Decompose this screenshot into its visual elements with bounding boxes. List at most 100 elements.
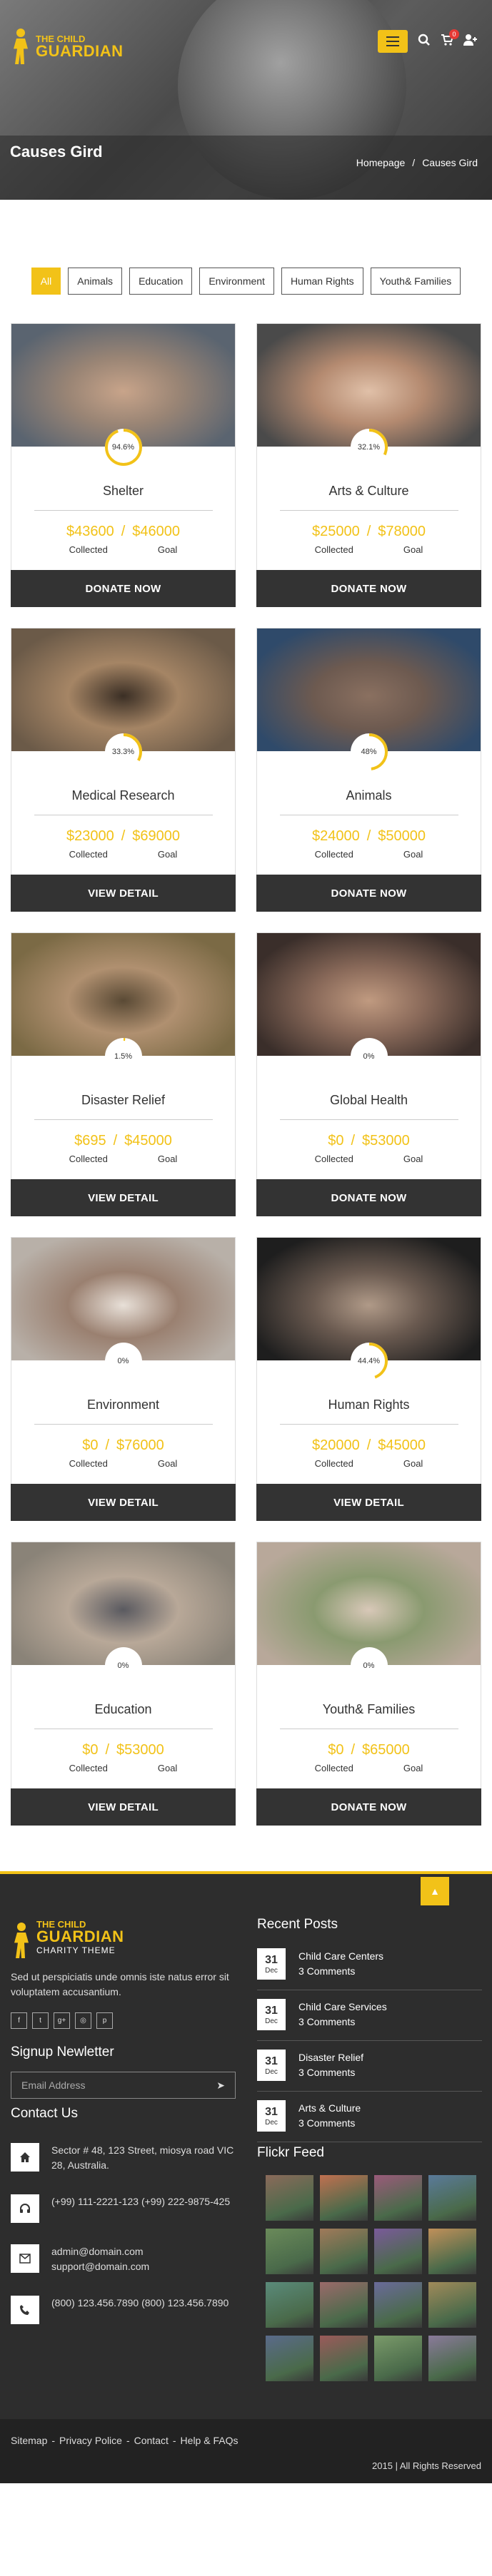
amount-separator: / <box>105 1742 110 1758</box>
flickr-thumbnail[interactable] <box>374 2282 422 2328</box>
flickr-thumbnail[interactable] <box>428 2175 476 2221</box>
category-filters: All Animals Education Environment Human … <box>0 268 492 295</box>
email-admin[interactable]: admin@domain.com <box>51 2244 149 2259</box>
add-user-icon[interactable] <box>463 34 478 50</box>
cause-card: 94.6% Shelter $43600 / $46000 Collected Go… <box>11 323 236 607</box>
post-title[interactable]: Child Care Centers <box>298 1949 383 1964</box>
flickr-thumbnail[interactable] <box>320 2282 368 2328</box>
cause-title[interactable]: Medical Research <box>11 788 235 803</box>
cause-title[interactable]: Youth& Families <box>257 1702 481 1717</box>
amount-labels: Collected Goal <box>11 1458 235 1469</box>
cause-title[interactable]: Education <box>11 1702 235 1717</box>
phone-text-2: (800) 123.456.7890 (800) 123.456.7890 <box>51 2297 229 2308</box>
card-action-button[interactable]: DONATE NOW <box>256 875 481 912</box>
contact-link[interactable]: Contact <box>134 2435 169 2446</box>
flickr-thumbnail[interactable] <box>428 2336 476 2381</box>
amounts: $0 / $53000 <box>257 1133 481 1149</box>
filter-all[interactable]: All <box>31 268 61 295</box>
filter-animals[interactable]: Animals <box>68 268 123 295</box>
card-action-button[interactable]: VIEW DETAIL <box>256 1484 481 1521</box>
cause-title[interactable]: Environment <box>11 1398 235 1412</box>
cause-title[interactable]: Global Health <box>257 1093 481 1108</box>
card-action-button[interactable]: VIEW DETAIL <box>11 1179 236 1216</box>
flickr-thumbnail[interactable] <box>320 2336 368 2381</box>
recent-post[interactable]: 31 Dec Disaster Relief 3 Comments <box>257 2041 482 2092</box>
card-action-button[interactable]: VIEW DETAIL <box>11 1788 236 1826</box>
progress-percent: 44.4% <box>357 1357 381 1365</box>
divider <box>279 1119 458 1120</box>
amount-labels: Collected Goal <box>257 849 481 860</box>
post-title[interactable]: Child Care Services <box>298 2000 387 2015</box>
pinterest-icon[interactable]: p <box>96 2012 113 2029</box>
recent-post[interactable]: 31 Dec Child Care Centers 3 Comments <box>257 1940 482 1990</box>
headset-icon <box>11 2194 39 2223</box>
flickr-thumbnail[interactable] <box>428 2229 476 2274</box>
progress-ring: 1.5% <box>104 1037 144 1076</box>
card-action-button[interactable]: VIEW DETAIL <box>11 1484 236 1521</box>
collected-amount: $695 <box>74 1133 106 1149</box>
amounts: $23000 / $69000 <box>11 828 235 845</box>
footer-logo-big: GUARDIAN <box>36 1927 124 1945</box>
facebook-icon[interactable]: f <box>11 2012 27 2029</box>
flickr-thumbnail[interactable] <box>266 2175 313 2221</box>
cause-title[interactable]: Animals <box>257 788 481 803</box>
divider <box>279 1424 458 1425</box>
dribbble-icon[interactable]: ◎ <box>75 2012 91 2029</box>
amount-labels: Collected Goal <box>11 544 235 555</box>
goal-amount: $53000 <box>116 1742 164 1758</box>
hamburger-menu-button[interactable] <box>378 30 408 53</box>
flickr-thumbnail[interactable] <box>266 2282 313 2328</box>
filter-environment[interactable]: Environment <box>199 268 274 295</box>
google-plus-icon[interactable]: g+ <box>54 2012 70 2029</box>
recent-posts-list: 31 Dec Child Care Centers 3 Comments 31 … <box>257 1940 482 2142</box>
recent-post[interactable]: 31 Dec Child Care Services 3 Comments <box>257 1990 482 2041</box>
cause-title[interactable]: Disaster Relief <box>11 1093 235 1108</box>
card-action-button[interactable]: VIEW DETAIL <box>11 875 236 912</box>
flickr-thumbnail[interactable] <box>374 2175 422 2221</box>
breadcrumb-separator: / <box>412 157 416 168</box>
filter-human-rights[interactable]: Human Rights <box>281 268 363 295</box>
flickr-thumbnail[interactable] <box>266 2336 313 2381</box>
amount-labels: Collected Goal <box>11 1154 235 1164</box>
flickr-thumbnail[interactable] <box>374 2229 422 2274</box>
filter-education[interactable]: Education <box>129 268 193 295</box>
breadcrumb-home-link[interactable]: Homepage <box>356 157 406 168</box>
cause-title[interactable]: Human Rights <box>257 1398 481 1412</box>
privacy-link[interactable]: Privacy Police <box>59 2435 122 2446</box>
search-icon[interactable] <box>418 34 431 50</box>
flickr-thumbnail[interactable] <box>266 2229 313 2274</box>
sitemap-link[interactable]: Sitemap <box>11 2435 47 2446</box>
post-title[interactable]: Arts & Culture <box>298 2101 361 2116</box>
help-faqs-link[interactable]: Help & FAQs <box>181 2435 239 2446</box>
twitter-icon[interactable]: t <box>32 2012 49 2029</box>
filter-youth-families[interactable]: Youth& Families <box>370 268 461 295</box>
newsletter-email-input[interactable] <box>21 2079 200 2091</box>
goal-label: Goal <box>157 1458 178 1469</box>
cause-title[interactable]: Arts & Culture <box>257 484 481 499</box>
post-day: 31 <box>265 2055 278 2067</box>
footer-logo[interactable]: THE CHILD GUARDIAN CHARITY THEME <box>11 1917 239 1958</box>
scroll-to-top-button[interactable]: ▲ <box>421 1877 449 1905</box>
recent-post[interactable]: 31 Dec Arts & Culture 3 Comments <box>257 2092 482 2142</box>
flickr-thumbnail[interactable] <box>320 2229 368 2274</box>
send-icon[interactable]: ➤ <box>216 2079 225 2092</box>
cause-title[interactable]: Shelter <box>11 484 235 499</box>
card-action-button[interactable]: DONATE NOW <box>256 570 481 607</box>
amounts: $25000 / $78000 <box>257 524 481 540</box>
recent-posts-title: Recent Posts <box>257 1917 338 1932</box>
flickr-gallery <box>266 2175 482 2381</box>
flickr-thumbnail[interactable] <box>374 2336 422 2381</box>
flickr-thumbnail[interactable] <box>320 2175 368 2221</box>
progress-ring: 0% <box>104 1646 144 1686</box>
cause-card: 33.3% Medical Research $23000 / $69000 Col… <box>11 628 236 912</box>
email-support[interactable]: support@domain.com <box>51 2259 149 2274</box>
card-action-button[interactable]: DONATE NOW <box>256 1788 481 1826</box>
amount-separator: / <box>113 1133 118 1149</box>
amounts: $0 / $53000 <box>11 1742 235 1758</box>
card-action-button[interactable]: DONATE NOW <box>256 1179 481 1216</box>
cart-icon[interactable]: 0 <box>441 29 459 50</box>
post-title[interactable]: Disaster Relief <box>298 2050 363 2065</box>
flickr-thumbnail[interactable] <box>428 2282 476 2328</box>
site-logo[interactable]: THE CHILD GUARDIAN <box>10 23 124 70</box>
card-action-button[interactable]: DONATE NOW <box>11 570 236 607</box>
